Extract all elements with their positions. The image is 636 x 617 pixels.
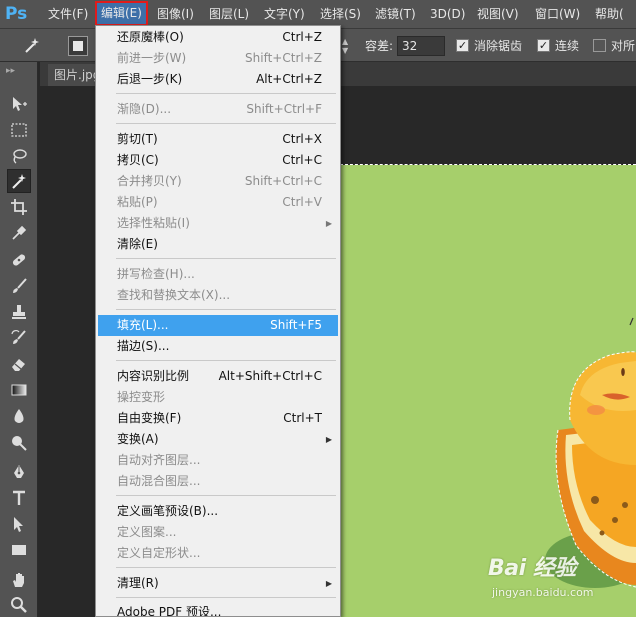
menu-window[interactable]: 窗口(W) — [535, 0, 580, 28]
menu-type[interactable]: 文字(Y) — [264, 0, 305, 28]
submenu-arrow-icon: ▶ — [325, 435, 332, 444]
healing-brush-tool-icon[interactable] — [7, 248, 31, 272]
menu-separator — [116, 567, 336, 568]
menu-item-free-transform[interactable]: 自由变换(F) Ctrl+T — [98, 408, 338, 429]
eraser-tool-icon[interactable] — [7, 352, 31, 376]
magic-wand-tool-icon[interactable] — [7, 169, 31, 193]
menu-item-fade: 渐隐(D)... Shift+Ctrl+F — [117, 102, 322, 116]
menu-separator — [116, 123, 336, 124]
menu-item-copy[interactable]: 拷贝(C) Ctrl+C — [98, 150, 338, 171]
menu-item-puppet-warp: 操控变形 — [117, 390, 166, 404]
menu-separator — [116, 360, 336, 361]
menu-file[interactable]: 文件(F) — [48, 0, 88, 28]
selection-marquee-edge — [340, 164, 636, 165]
menu-item-clear[interactable]: 清除(E) — [98, 234, 338, 255]
pen-tool-icon[interactable] — [7, 460, 31, 484]
watermark-url: jingyan.baidu.com — [492, 586, 594, 599]
move-tool-icon[interactable] — [7, 92, 31, 116]
zoom-tool-icon[interactable] — [7, 593, 31, 617]
antialias-checkbox[interactable]: ✓ — [456, 39, 469, 52]
menu-item-step-forward: 前进一步(W) Shift+Ctrl+Z — [117, 51, 322, 65]
menu-edit[interactable]: 编辑(E) — [95, 1, 148, 26]
path-selection-tool-icon[interactable] — [7, 512, 31, 536]
menu-item-content-aware-scale[interactable]: 内容识别比例 Alt+Shift+Ctrl+C — [98, 366, 338, 387]
watermark-brand: Bai 经验 — [488, 556, 576, 581]
menu-image[interactable]: 图像(I) — [157, 0, 194, 28]
type-tool-icon[interactable] — [7, 486, 31, 510]
crop-tool-icon[interactable] — [7, 195, 31, 219]
menu-separator — [116, 495, 336, 496]
menu-3d[interactable]: 3D(D) — [430, 0, 465, 28]
menu-item-transform[interactable]: 变换(A) ▶ — [98, 429, 338, 450]
menu-item-fill[interactable]: 填充(L)... Shift+F5 — [98, 315, 338, 336]
sample-all-layers-checkbox[interactable] — [593, 39, 606, 52]
menu-help[interactable]: 帮助( — [595, 0, 624, 28]
sample-size-stepper-icon[interactable]: ▲ ▼ — [342, 37, 350, 55]
photoshop-window: Ps 文件(F) 编辑(E) 图像(I) 图层(L) 文字(Y) 选择(S) 滤… — [0, 0, 636, 617]
menu-separator — [116, 258, 336, 259]
menu-item-adobe-pdf-presets[interactable]: Adobe PDF 预设... — [98, 602, 338, 616]
new-selection-mode-icon[interactable] — [68, 36, 88, 56]
marquee-tool-icon[interactable] — [7, 118, 31, 142]
hand-tool-icon[interactable] — [7, 568, 31, 592]
menu-item-copy-merged: 合并拷贝(Y) Shift+Ctrl+C — [117, 174, 322, 188]
menu-item-define-pattern: 定义图案... — [117, 525, 177, 539]
menu-item-auto-align-layers: 自动对齐图层... — [117, 453, 201, 467]
menu-item-stroke[interactable]: 描边(S)... — [98, 336, 338, 357]
dodge-tool-icon[interactable] — [7, 431, 31, 455]
menu-item-paste: 粘贴(P) Ctrl+V — [117, 195, 322, 209]
menu-item-define-custom-shape: 定义自定形状... — [117, 546, 201, 560]
magic-wand-preset-icon[interactable] — [22, 35, 42, 55]
baidu-jingyan-watermark: Bai 经验 jingyan.baidu.com — [488, 550, 636, 606]
menu-separator — [116, 309, 336, 310]
submenu-arrow-icon: ▶ — [325, 579, 332, 588]
photoshop-logo: Ps — [5, 4, 28, 24]
menu-separator — [116, 93, 336, 94]
antialias-label: 消除锯齿 — [474, 39, 523, 53]
menu-item-undo[interactable]: 还原魔棒(O) Ctrl+Z — [98, 27, 338, 48]
menu-select[interactable]: 选择(S) — [320, 0, 361, 28]
menu-item-auto-blend-layers: 自动混合图层... — [117, 474, 201, 488]
brush-tool-icon[interactable] — [7, 274, 31, 298]
history-brush-tool-icon[interactable] — [7, 326, 31, 350]
menu-view[interactable]: 视图(V) — [477, 0, 519, 28]
contiguous-checkbox[interactable]: ✓ — [537, 39, 550, 52]
lasso-tool-icon[interactable] — [7, 144, 31, 168]
menu-item-paste-special: 选择性粘贴(I) ▶ — [98, 213, 338, 234]
menu-layer[interactable]: 图层(L) — [209, 0, 249, 28]
edit-menu-dropdown: 还原魔棒(O) Ctrl+Z 前进一步(W) Shift+Ctrl+Z 后退一步… — [95, 25, 341, 617]
eyedropper-tool-icon[interactable] — [7, 221, 31, 245]
menu-item-purge[interactable]: 清理(R) ▶ — [98, 573, 338, 594]
blur-tool-icon[interactable] — [7, 404, 31, 428]
panel-collapse-icon[interactable]: ▸▸ — [6, 66, 20, 76]
menu-item-define-brush-preset[interactable]: 定义画笔预设(B)... — [98, 501, 338, 522]
menu-item-spell-check: 拼写检查(H)... — [117, 267, 195, 281]
menu-item-step-backward[interactable]: 后退一步(K) Alt+Ctrl+Z — [98, 69, 338, 90]
menu-item-cut[interactable]: 剪切(T) Ctrl+X — [98, 129, 338, 150]
gradient-tool-icon[interactable] — [7, 378, 31, 402]
submenu-arrow-icon: ▶ — [325, 219, 332, 228]
contiguous-label: 连续 — [555, 39, 580, 53]
tolerance-label: 容差: — [365, 39, 394, 53]
clone-stamp-tool-icon[interactable] — [7, 300, 31, 324]
tools-panel: ▸▸ — [0, 62, 38, 617]
rectangle-tool-icon[interactable] — [7, 538, 31, 562]
menu-separator — [116, 597, 336, 598]
menu-bar: Ps 文件(F) 编辑(E) 图像(I) 图层(L) 文字(Y) 选择(S) 滤… — [0, 0, 636, 28]
menu-filter[interactable]: 滤镜(T) — [375, 0, 416, 28]
sample-all-layers-label: 对所 — [611, 39, 636, 53]
menu-item-find-replace: 查找和替换文本(X)... — [117, 288, 231, 302]
tolerance-input[interactable]: 32 — [397, 36, 445, 56]
